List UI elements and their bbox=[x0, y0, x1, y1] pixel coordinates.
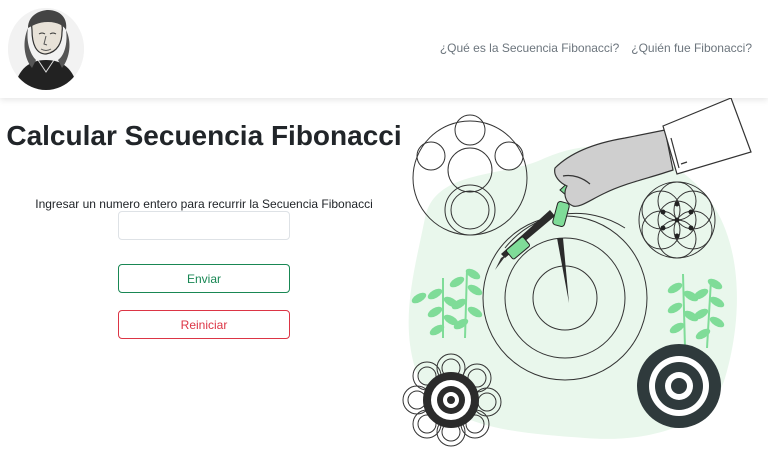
compass-illustration bbox=[395, 98, 768, 450]
portrait-icon bbox=[8, 8, 84, 90]
submit-button[interactable]: Enviar bbox=[118, 264, 290, 293]
calculator-form: Calcular Secuencia Fibonacci Ingresar un… bbox=[0, 98, 408, 450]
navbar: ¿Qué es la Secuencia Fibonacci? ¿Quién f… bbox=[0, 0, 768, 98]
nav-link-what-is[interactable]: ¿Qué es la Secuencia Fibonacci? bbox=[440, 41, 619, 55]
page-title: Calcular Secuencia Fibonacci bbox=[6, 120, 402, 151]
number-input[interactable] bbox=[118, 211, 290, 240]
instruction-text: Ingresar un numero entero para recurrir … bbox=[35, 197, 373, 211]
reset-button[interactable]: Reiniciar bbox=[118, 310, 290, 339]
fibonacci-portrait-logo[interactable] bbox=[8, 8, 84, 90]
compass-circles-illustration-icon bbox=[402, 98, 752, 447]
nav-link-who-was[interactable]: ¿Quién fue Fibonacci? bbox=[631, 41, 752, 55]
nav-links: ¿Qué es la Secuencia Fibonacci? ¿Quién f… bbox=[440, 41, 752, 55]
